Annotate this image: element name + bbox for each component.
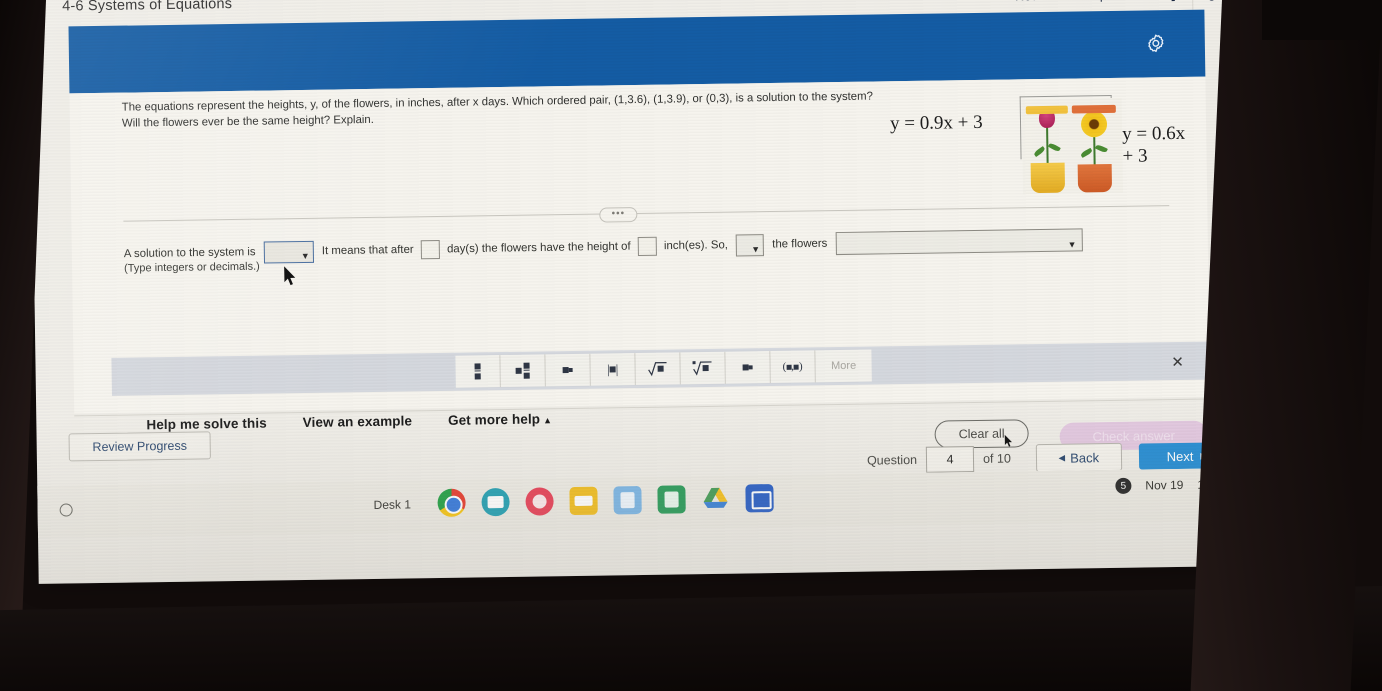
chromeos-shelf: Desk 1 5 Nov 19 (37, 467, 1300, 538)
chevron-down-icon: ▼ (1067, 239, 1077, 250)
drive-triangle-glyph (703, 487, 728, 509)
tulip-pot-rim (1025, 105, 1068, 115)
shelf-app-list (437, 484, 774, 518)
sunflower-bloom (1080, 111, 1108, 138)
back-button[interactable]: ◂ Back (1035, 442, 1123, 473)
assignment-title: 4-6 Systems of Equations (62, 0, 233, 15)
get-more-help-link[interactable]: Get more help ▲ (447, 411, 553, 428)
days-input[interactable] (420, 239, 440, 260)
subscript-button[interactable] (725, 351, 771, 384)
nth-root-button[interactable] (680, 351, 726, 385)
section-divider (123, 205, 1170, 222)
screen-bezel-top-right (1262, 0, 1382, 40)
square-root-button[interactable] (635, 352, 681, 386)
tulip-leaf-right (1047, 142, 1061, 153)
mouse-cursor (284, 266, 296, 286)
gear-icon[interactable] (1145, 32, 1167, 54)
equations-figure: y = 0.9x + 3 y = 0.6x + 3 (890, 91, 1201, 196)
shelf-date: Nov 19 (1145, 477, 1184, 493)
height-input[interactable] (637, 236, 657, 257)
help-links: Help me solve this View an example Get m… (146, 411, 552, 432)
caret-up-icon: ▲ (543, 415, 553, 426)
tulip-leaf-left (1033, 146, 1046, 158)
view-an-example-link[interactable]: View an example (303, 413, 413, 430)
sheets-app-icon[interactable] (657, 485, 686, 514)
chrome-app-icon[interactable] (437, 488, 466, 518)
pear-deck-app-icon[interactable] (525, 487, 554, 516)
nth-root-glyph (692, 361, 712, 376)
sunflower-leaf-left (1080, 147, 1093, 158)
tulip-plant (1025, 105, 1069, 195)
review-progress-button[interactable]: Review Progress (68, 431, 211, 462)
notification-badge[interactable]: 5 (1115, 477, 1132, 494)
back-arrow-icon: ◂ (1058, 449, 1066, 465)
fraction-button[interactable] (455, 355, 501, 388)
solution-select[interactable]: ▼ (263, 240, 314, 264)
answer-hint: (Type integers or decimals.) (123, 260, 260, 275)
chevron-down-icon: ▼ (751, 243, 761, 254)
flowers-illustration (1021, 97, 1124, 195)
close-palette-button[interactable]: ✕ (1168, 353, 1186, 371)
answer-sentence: A solution to the system is ▼ It means t… (124, 228, 1144, 266)
due-date: Nov 28 - 11:59 pm (1015, 0, 1117, 3)
help-me-solve-this-link[interactable]: Help me solve this (146, 416, 267, 433)
sqrt-glyph (648, 361, 667, 377)
back-label: Back (1070, 449, 1100, 466)
days-unit-text: day(s) the flowers have the height of (446, 240, 631, 256)
absolute-value-button[interactable]: | | (590, 353, 636, 386)
chevron-down-icon: ▼ (300, 250, 310, 261)
sunflower-pot-body (1077, 163, 1113, 193)
flowers-label-text: the flowers (772, 237, 828, 251)
answer-lead-text: A solution to the system is (123, 246, 256, 261)
get-more-help-label: Get more help (447, 411, 541, 428)
question-text: The equations represent the heights, y, … (121, 90, 874, 130)
math-palette: | | (,) More (455, 349, 872, 388)
question-panel: The equations represent the heights, y, … (69, 76, 1248, 451)
info-i-glyph (1171, 0, 1175, 2)
exponent-button[interactable] (545, 353, 591, 387)
classroom-app-icon[interactable] (481, 487, 510, 517)
equation-right: y = 0.6x + 3 (1122, 122, 1186, 167)
drive-app-icon[interactable] (701, 485, 729, 513)
gear-glyph (1148, 34, 1164, 53)
paperclip-glyph (1207, 0, 1216, 1)
docs-app-icon[interactable] (613, 485, 642, 515)
screen-bezel-bottom (0, 586, 1382, 691)
laptop-photo: chevron-left-icon 4-6 Systems of Equatio… (0, 0, 1382, 691)
answer-after-text: It means that after (321, 243, 414, 258)
screen-bezel-right (1190, 0, 1382, 691)
question-total-label: of 10 (982, 451, 1011, 466)
sunflower-plant (1071, 104, 1117, 194)
blue-app-icon[interactable] (745, 484, 774, 513)
sunflower-pot-rim (1071, 104, 1116, 114)
question-label: Question (866, 452, 918, 468)
more-button[interactable]: More (815, 349, 872, 383)
desk-label[interactable]: Desk 1 (374, 497, 412, 512)
question-number-input[interactable]: 4 (925, 446, 975, 473)
ordered-pair-button[interactable]: (,) (770, 350, 816, 384)
info-icon[interactable] (1154, 0, 1192, 10)
explanation-select[interactable]: ▼ (835, 228, 1083, 256)
height-unit-text: inch(es). So, (663, 239, 729, 253)
equation-left: y = 0.9x + 3 (889, 111, 983, 135)
chromebook-screen: chevron-left-icon 4-6 Systems of Equatio… (30, 0, 1301, 584)
mixed-number-button[interactable] (500, 354, 546, 388)
sunflower-leaf-right (1094, 143, 1108, 154)
launcher-circle-icon[interactable] (59, 503, 73, 517)
collapse-dots-button[interactable]: ••• (599, 207, 638, 223)
so-select[interactable]: ▼ (735, 233, 765, 257)
next-label: Next (1166, 448, 1194, 464)
keep-app-icon[interactable] (569, 486, 598, 516)
tulip-pot-body (1030, 162, 1066, 194)
